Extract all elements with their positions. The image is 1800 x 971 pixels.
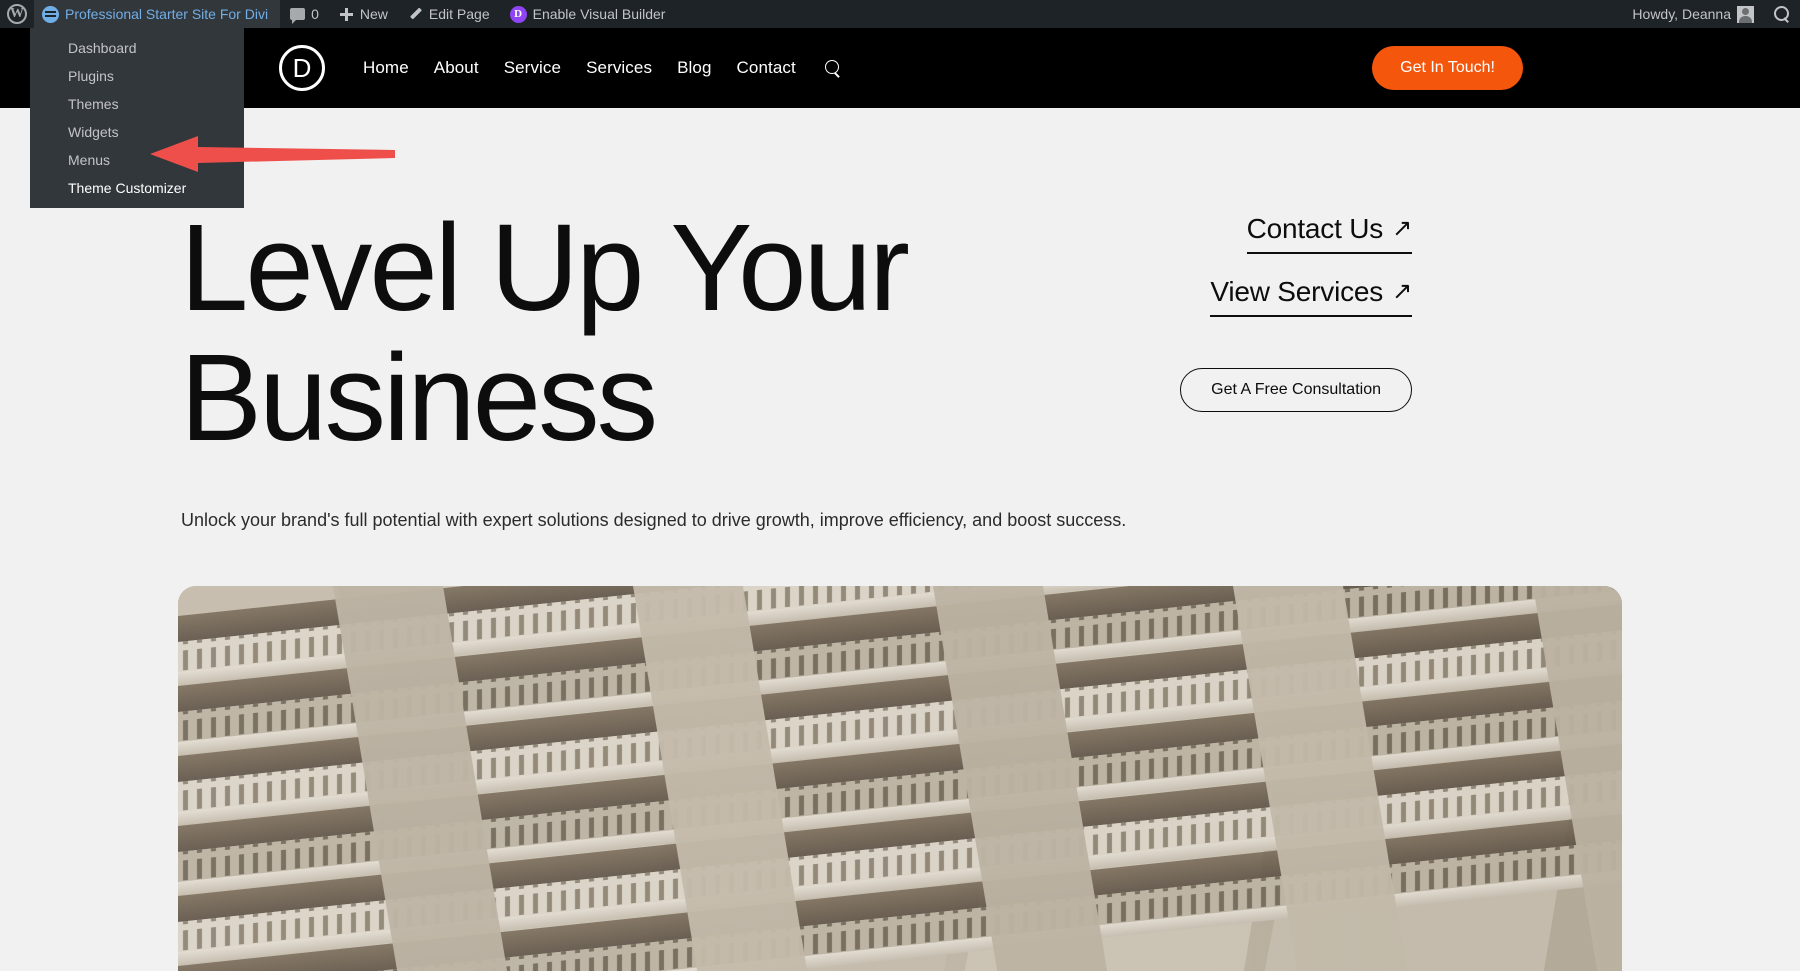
nav-item-home[interactable]: Home — [363, 58, 409, 78]
howdy-label: Howdy, Deanna — [1632, 6, 1731, 22]
hero-section: Level Up Your Business Unlock your brand… — [0, 108, 1800, 971]
hero-link-group: Contact Us ↗ View Services ↗ — [1210, 213, 1412, 317]
dropdown-item-menus[interactable]: Menus — [30, 146, 244, 174]
dropdown-item-dashboard[interactable]: Dashboard — [30, 34, 244, 62]
hero-title-line-2: Business — [180, 330, 658, 467]
hero-image — [178, 586, 1622, 971]
nav-item-contact[interactable]: Contact — [737, 58, 796, 78]
nav-item-blog[interactable]: Blog — [677, 58, 711, 78]
admin-bar-my-account[interactable]: Howdy, Deanna — [1622, 0, 1764, 28]
wp-admin-bar: W Professional Starter Site For Divi 0 N… — [0, 0, 1800, 28]
admin-bar-enable-visual-builder[interactable]: D Enable Visual Builder — [500, 0, 676, 28]
dropdown-item-widgets[interactable]: Widgets — [30, 118, 244, 146]
page-title: Level Up Your Business — [180, 204, 1010, 464]
arrow-up-right-icon: ↗ — [1392, 278, 1412, 305]
admin-bar-search[interactable] — [1764, 0, 1800, 28]
avatar — [1737, 5, 1754, 23]
wordpress-logo-icon: W — [7, 4, 27, 24]
site-logo[interactable]: D — [279, 45, 325, 91]
comments-count: 0 — [311, 6, 319, 22]
comment-bubble-icon — [290, 8, 306, 24]
get-in-touch-button[interactable]: Get In Touch! — [1372, 46, 1523, 90]
admin-bar-new[interactable]: New — [329, 0, 398, 28]
divi-icon: D — [509, 5, 527, 23]
admin-bar-comments[interactable]: 0 — [280, 0, 329, 28]
site-header: D Home About Service Services Blog Conta… — [0, 28, 1800, 108]
hero-subtitle: Unlock your brand's full potential with … — [181, 510, 1127, 530]
dropdown-item-plugins[interactable]: Plugins — [30, 62, 244, 90]
admin-bar-site-name[interactable]: Professional Starter Site For Divi — [34, 0, 281, 28]
plus-icon — [339, 7, 354, 22]
edit-page-label: Edit Page — [428, 6, 490, 22]
contact-us-link[interactable]: Contact Us ↗ — [1246, 213, 1412, 254]
admin-bar-dropdown-menu: Dashboard Plugins Themes Widgets Menus T… — [30, 28, 244, 208]
contact-us-label: Contact Us — [1246, 213, 1384, 244]
nav-item-about[interactable]: About — [434, 58, 479, 78]
header-left-edge — [0, 28, 30, 108]
view-services-label: View Services — [1210, 276, 1384, 307]
primary-navigation: Home About Service Services Blog Contact — [363, 28, 842, 108]
nav-item-service[interactable]: Service — [504, 58, 561, 78]
nav-search-icon[interactable] — [824, 59, 842, 77]
pencil-icon — [408, 7, 423, 22]
admin-bar-edit-page[interactable]: Edit Page — [398, 0, 500, 28]
building-facade-illustration — [178, 586, 1622, 971]
hero-title-line-1: Level Up Your — [180, 200, 910, 337]
browser-viewport: W Professional Starter Site For Divi 0 N… — [0, 0, 1800, 971]
wordpress-logo-menu[interactable]: W — [0, 0, 34, 28]
nav-item-services[interactable]: Services — [586, 58, 652, 78]
dropdown-item-theme-customizer[interactable]: Theme Customizer — [30, 174, 244, 202]
dropdown-item-themes[interactable]: Themes — [30, 90, 244, 118]
search-icon — [1774, 6, 1790, 22]
site-name-label: Professional Starter Site For Divi — [65, 6, 269, 22]
visual-builder-label: Enable Visual Builder — [532, 6, 666, 22]
home-icon — [42, 5, 59, 23]
new-label: New — [359, 6, 388, 22]
arrow-up-right-icon: ↗ — [1392, 215, 1412, 242]
view-services-link[interactable]: View Services ↗ — [1210, 276, 1412, 317]
get-a-free-consultation-button[interactable]: Get A Free Consultation — [1180, 368, 1412, 412]
admin-bar-right-group: Howdy, Deanna — [1622, 0, 1800, 28]
